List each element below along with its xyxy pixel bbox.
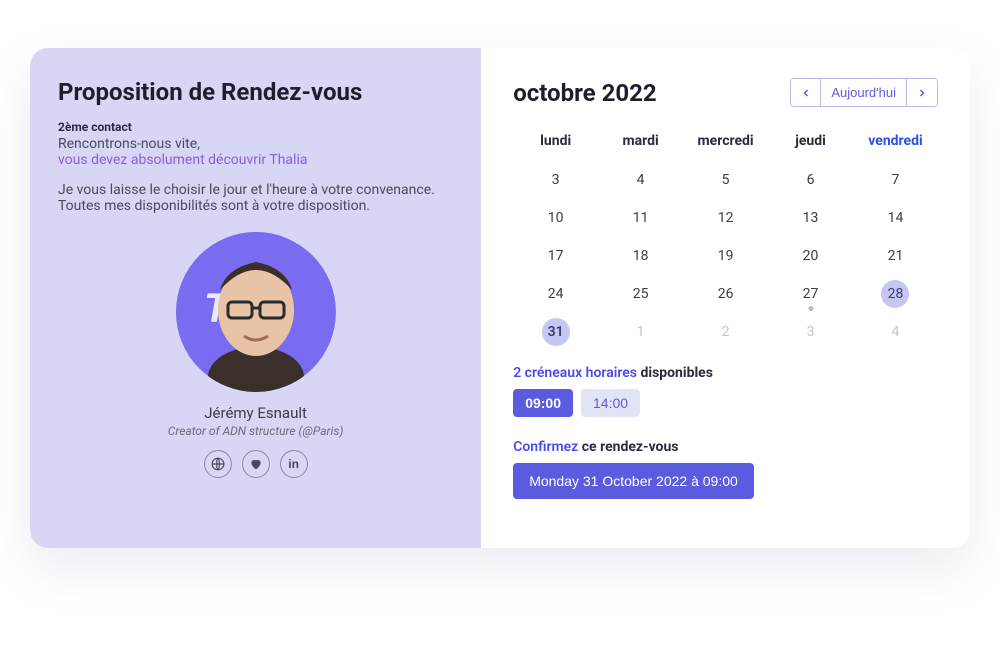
calendar-day-cell: 4 bbox=[853, 313, 938, 351]
left-panel: Proposition de Rendez-vous 2ème contact … bbox=[30, 48, 481, 548]
calendar-day[interactable]: 3 bbox=[542, 166, 570, 194]
calendar-grid: lundimardimercredijeudivendredi345671011… bbox=[513, 127, 938, 351]
next-month-button[interactable] bbox=[907, 79, 937, 106]
calendar-nav: Aujourd'hui bbox=[790, 78, 938, 107]
body-line-1: Je vous laisse le choisir le jour et l'h… bbox=[58, 182, 453, 198]
calendar-day-cell: 6 bbox=[768, 161, 853, 199]
calendar-day[interactable]: 14 bbox=[881, 204, 909, 232]
calendar-day[interactable]: 5 bbox=[712, 166, 740, 194]
confirm-button[interactable]: Monday 31 October 2022 à 09:00 bbox=[513, 463, 754, 499]
calendar-day-cell: 1 bbox=[598, 313, 683, 351]
calendar-day: 3 bbox=[797, 318, 825, 346]
calendar-day-cell: 2 bbox=[683, 313, 768, 351]
confirm-suffix: ce rendez-vous bbox=[582, 439, 679, 455]
globe-icon[interactable] bbox=[204, 450, 232, 478]
today-button[interactable]: Aujourd'hui bbox=[821, 79, 907, 106]
calendar-month-label: octobre 2022 bbox=[513, 79, 656, 107]
calendar-dow: jeudi bbox=[768, 127, 853, 161]
prev-month-button[interactable] bbox=[791, 79, 821, 106]
calendar-day-cell: 18 bbox=[598, 237, 683, 275]
calendar-day[interactable]: 10 bbox=[542, 204, 570, 232]
calendar-dow: mardi bbox=[598, 127, 683, 161]
slots-suffix: disponibles bbox=[640, 365, 712, 381]
intro-line-1: Rencontrons-nous vite, bbox=[58, 136, 453, 152]
confirm-prefix: Confirmez bbox=[513, 439, 578, 455]
time-slot[interactable]: 09:00 bbox=[513, 389, 573, 417]
slots-label: 2 créneaux horaires disponibles bbox=[513, 365, 938, 381]
calendar-day-cell: 25 bbox=[598, 275, 683, 313]
slots-count: 2 créneaux horaires bbox=[513, 365, 637, 381]
calendar-dow: lundi bbox=[513, 127, 598, 161]
calendar-day-cell: 10 bbox=[513, 199, 598, 237]
calendar-day: 4 bbox=[881, 318, 909, 346]
calendar-day-cell: 5 bbox=[683, 161, 768, 199]
calendar-day-cell: 13 bbox=[768, 199, 853, 237]
calendar-day[interactable]: 27 bbox=[797, 280, 825, 308]
calendar-dow: mercredi bbox=[683, 127, 768, 161]
calendar-day[interactable]: 17 bbox=[542, 242, 570, 270]
calendar-day-cell: 20 bbox=[768, 237, 853, 275]
calendar-day: 1 bbox=[627, 318, 655, 346]
calendar-day: 2 bbox=[712, 318, 740, 346]
intro-line-2: vous devez absolument découvrir Thalia bbox=[58, 152, 453, 168]
calendar-day-cell: 19 bbox=[683, 237, 768, 275]
calendar-day[interactable]: 7 bbox=[881, 166, 909, 194]
calendar-day-cell: 31 bbox=[513, 313, 598, 351]
calendar-day[interactable]: 6 bbox=[797, 166, 825, 194]
calendar-day[interactable]: 28 bbox=[881, 280, 909, 308]
calendar-header: octobre 2022 Aujourd'hui bbox=[513, 78, 938, 107]
calendar-day-cell: 17 bbox=[513, 237, 598, 275]
calendar-day-cell: 26 bbox=[683, 275, 768, 313]
author-name: Jérémy Esnault bbox=[58, 404, 453, 422]
body-line-2: Toutes mes disponibilités sont à votre d… bbox=[58, 198, 453, 214]
calendar-day-cell: 12 bbox=[683, 199, 768, 237]
calendar-day[interactable]: 13 bbox=[797, 204, 825, 232]
contact-stage: 2ème contact bbox=[58, 120, 453, 134]
calendar-day-cell: 11 bbox=[598, 199, 683, 237]
social-row: in bbox=[58, 450, 453, 478]
calendar-day-cell: 3 bbox=[768, 313, 853, 351]
calendar-day-cell: 27 bbox=[768, 275, 853, 313]
calendar-day-cell: 4 bbox=[598, 161, 683, 199]
calendar-day-cell: 3 bbox=[513, 161, 598, 199]
scheduler-card: Proposition de Rendez-vous 2ème contact … bbox=[30, 48, 970, 548]
calendar-day[interactable]: 21 bbox=[881, 242, 909, 270]
calendar-day-cell: 14 bbox=[853, 199, 938, 237]
calendar-day-cell: 7 bbox=[853, 161, 938, 199]
linkedin-icon[interactable]: in bbox=[280, 450, 308, 478]
time-slot[interactable]: 14:00 bbox=[581, 389, 640, 417]
calendar-day[interactable]: 4 bbox=[627, 166, 655, 194]
calendar-day[interactable]: 26 bbox=[712, 280, 740, 308]
calendar-day[interactable]: 12 bbox=[712, 204, 740, 232]
calendar-day[interactable]: 11 bbox=[627, 204, 655, 232]
calendar-day[interactable]: 18 bbox=[627, 242, 655, 270]
calendar-day[interactable]: 31 bbox=[542, 318, 570, 346]
calendar-day[interactable]: 19 bbox=[712, 242, 740, 270]
calendar-day-cell: 28 bbox=[853, 275, 938, 313]
confirm-label: Confirmez ce rendez-vous bbox=[513, 439, 938, 455]
calendar-day[interactable]: 20 bbox=[797, 242, 825, 270]
calendar-day-cell: 21 bbox=[853, 237, 938, 275]
page-title: Proposition de Rendez-vous bbox=[58, 78, 453, 106]
heart-icon[interactable] bbox=[242, 450, 270, 478]
author-role: Creator of ADN structure (@Paris) bbox=[58, 424, 453, 438]
author-block: Th Jérémy Esnault Creator of ADN structu… bbox=[58, 232, 453, 478]
slot-row: 09:00 14:00 bbox=[513, 389, 938, 417]
calendar-day[interactable]: 25 bbox=[627, 280, 655, 308]
availability-dot bbox=[808, 306, 813, 311]
right-panel: octobre 2022 Aujourd'hui lundimardimercr… bbox=[481, 48, 970, 548]
calendar-day-cell: 24 bbox=[513, 275, 598, 313]
calendar-day[interactable]: 24 bbox=[542, 280, 570, 308]
calendar-dow: vendredi bbox=[853, 127, 938, 161]
avatar: Th bbox=[176, 232, 336, 392]
